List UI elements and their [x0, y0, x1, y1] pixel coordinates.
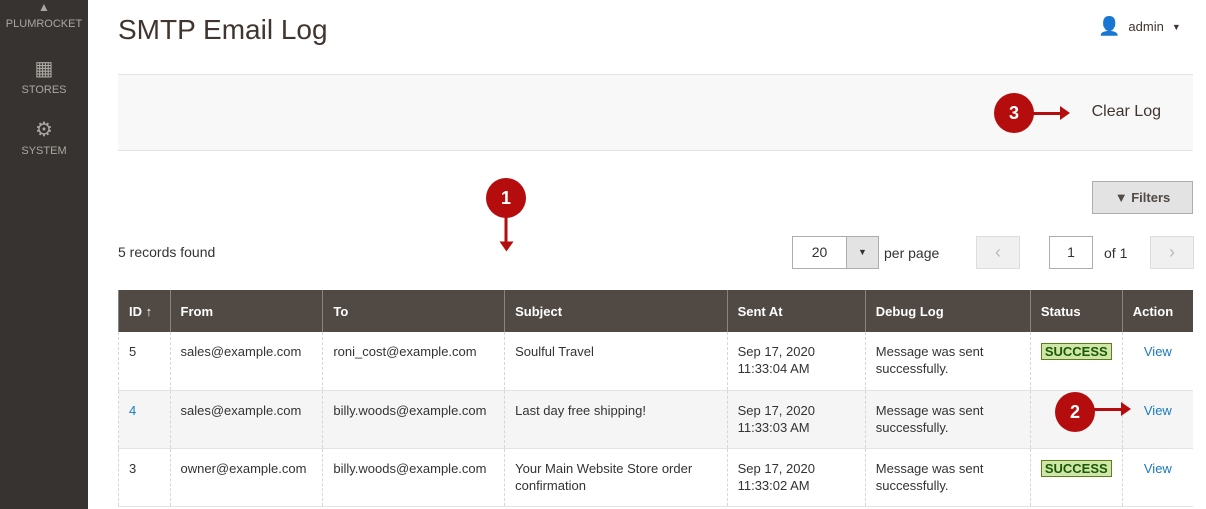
cell-from: sales@example.com [169, 390, 323, 449]
user-menu[interactable]: 👤 admin ▼ [1098, 16, 1181, 37]
annotation-arrow [1032, 106, 1070, 120]
view-link[interactable]: View [1144, 344, 1172, 359]
page-input[interactable]: 1 [1049, 236, 1093, 269]
status-badge: SUCCESS [1040, 459, 1112, 477]
annotation-arrow [504, 215, 508, 244]
cell-subject: Your Main Website Store order confirmati… [504, 448, 728, 507]
cell-to: billy.woods@example.com [322, 390, 505, 449]
page-total: of 1 [1104, 245, 1128, 261]
annotation-marker-3: 3 [994, 93, 1034, 133]
cell-status: SUCCESS [1029, 448, 1123, 507]
records-count: 5 records found [118, 244, 216, 260]
table-row: 5 sales@example.com roni_cost@example.co… [118, 332, 1193, 391]
sidebar-item-plumrocket[interactable]: ▲ PLUMROCKET [0, 0, 88, 30]
cell-action: View [1121, 332, 1193, 391]
sidebar-item-system[interactable]: ⚙ SYSTEM [0, 119, 88, 157]
per-page-select[interactable]: 20 ▼ [792, 236, 879, 269]
status-badge: SUCCESS [1040, 343, 1112, 360]
view-link[interactable]: View [1144, 461, 1172, 476]
column-sent-at[interactable]: Sent At [726, 290, 866, 332]
annotation-marker-1: 1 [486, 178, 526, 218]
table-row: 4 sales@example.com billy.woods@example.… [118, 390, 1193, 449]
cell-id: 3 [118, 448, 171, 507]
clear-log-button[interactable]: Clear Log [1092, 103, 1161, 121]
chevron-down-icon: ▼ [846, 237, 878, 268]
cell-from: owner@example.com [169, 448, 323, 507]
column-debug-log[interactable]: Debug Log [864, 290, 1031, 332]
column-from[interactable]: From [169, 290, 323, 332]
cell-to: roni_cost@example.com [322, 332, 505, 391]
chevron-down-icon: ▼ [1171, 21, 1181, 32]
cell-action: View [1121, 448, 1193, 507]
cell-id: 5 [118, 332, 171, 391]
sidebar-item-stores[interactable]: ▦ STORES [0, 58, 88, 96]
column-subject[interactable]: Subject [504, 290, 728, 332]
gear-icon: ⚙ [35, 119, 53, 141]
cell-debug: Message was sent successfully. [864, 332, 1031, 391]
column-to[interactable]: To [322, 290, 505, 332]
cell-subject: Last day free shipping! [504, 390, 728, 449]
view-link[interactable]: View [1144, 403, 1172, 418]
column-action: Action [1121, 290, 1193, 332]
cell-sent-at: Sep 17, 2020 11:33:04 AM [726, 332, 866, 391]
table-row: 3 owner@example.com billy.woods@example.… [118, 448, 1193, 507]
cell-status: SUCCESS [1029, 332, 1123, 391]
cell-action: View [1121, 390, 1193, 449]
filter-icon: ▼ [1114, 190, 1128, 205]
cell-from: sales@example.com [169, 332, 323, 391]
filters-button[interactable]: ▼ Filters [1092, 181, 1193, 214]
plumrocket-logo-icon: ▲ [38, 0, 50, 14]
store-icon: ▦ [34, 58, 54, 80]
next-page-button[interactable]: › [1150, 236, 1194, 269]
column-status[interactable]: Status [1029, 290, 1123, 332]
cell-debug: Message was sent successfully. [864, 448, 1031, 507]
sidebar: ▲ PLUMROCKET ▦ STORES ⚙ SYSTEM [0, 0, 88, 509]
sort-up-icon: ↑ [145, 303, 153, 319]
cell-id: 4 [118, 390, 171, 449]
annotation-marker-2: 2 [1055, 392, 1095, 432]
cell-sent-at: Sep 17, 2020 11:33:03 AM [726, 390, 866, 449]
cell-debug: Message was sent successfully. [864, 390, 1031, 449]
user-icon: 👤 [1098, 16, 1121, 36]
column-id[interactable]: ID ↑ [118, 290, 171, 332]
prev-page-button[interactable]: ‹ [976, 236, 1020, 269]
per-page-label: per page [884, 245, 940, 261]
email-log-table: ID ↑ From To Subject Sent At Debug Log S… [118, 290, 1193, 507]
annotation-arrow [1093, 402, 1131, 416]
cell-to: billy.woods@example.com [322, 448, 505, 507]
page-title: SMTP Email Log [118, 14, 328, 45]
cell-sent-at: Sep 17, 2020 11:33:02 AM [726, 448, 866, 507]
cell-subject: Soulful Travel [504, 332, 728, 391]
